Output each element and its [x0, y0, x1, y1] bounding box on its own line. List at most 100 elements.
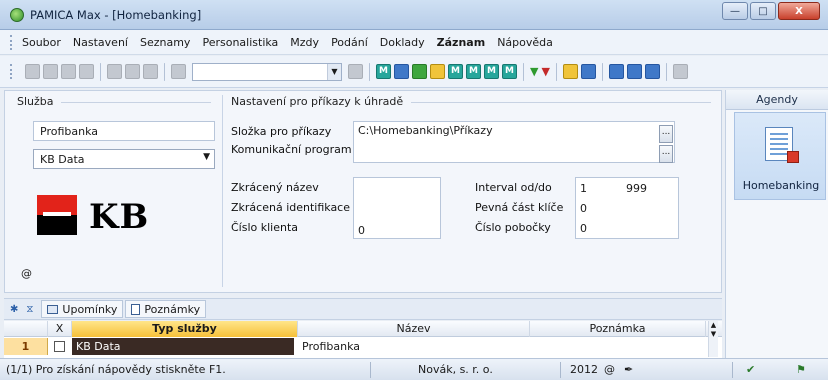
check-icon: ✔ — [746, 363, 756, 376]
identifikace-fields[interactable]: 0 — [353, 177, 441, 239]
m-icon[interactable]: M — [376, 64, 391, 79]
agendy-panel: Agendy Homebanking — [725, 90, 828, 358]
close-button[interactable]: X — [778, 2, 820, 20]
interval-label: Interval od/do — [475, 181, 552, 194]
bank-type-select[interactable]: KB Data ▼ — [33, 149, 215, 169]
menu-personalistika[interactable]: Personalistika — [202, 36, 278, 49]
smile-icon[interactable] — [430, 64, 445, 79]
menu-seznamy[interactable]: Seznamy — [140, 36, 190, 49]
cut-icon[interactable] — [43, 64, 58, 79]
table-row[interactable]: 1 KB Data Profibanka — [4, 338, 722, 355]
cislo-klienta-label: Číslo klienta — [231, 221, 299, 234]
menu-mzdy[interactable]: Mzdy — [290, 36, 319, 49]
save-as-icon[interactable] — [143, 64, 158, 79]
person-icon[interactable] — [412, 64, 427, 79]
tab-poznamky-label: Poznámky — [144, 302, 201, 316]
folder-icon[interactable] — [562, 64, 578, 79]
new-icon[interactable] — [107, 64, 122, 79]
grid-icon[interactable] — [580, 64, 596, 79]
kb-logo-text: KB — [89, 197, 150, 237]
flag-green-icon[interactable]: ▼ — [530, 65, 538, 78]
header-x[interactable]: X — [48, 321, 72, 337]
filter-icon[interactable] — [348, 64, 363, 79]
copy-icon[interactable] — [61, 64, 76, 79]
sluzba-title: Služba — [17, 95, 54, 108]
cislo-klienta-value: 0 — [358, 224, 365, 237]
interval-do-value[interactable]: 999 — [626, 182, 647, 195]
minimize-button[interactable]: — — [722, 2, 748, 20]
agenda-label: Homebanking — [742, 179, 820, 192]
menu-zaznam[interactable]: Záznam — [437, 36, 486, 49]
menu-bar: Soubor Nastavení Seznamy Personalistika … — [0, 30, 828, 55]
header-rownum — [4, 321, 48, 337]
row-checkbox[interactable] — [54, 341, 65, 352]
toolbar-separator — [369, 62, 370, 81]
paste-icon[interactable] — [171, 64, 186, 79]
toolbar-combo[interactable]: ▼ — [192, 62, 342, 81]
grid-header: X Typ služby Název Poznámka — [4, 321, 722, 337]
m-icon[interactable]: M — [466, 64, 481, 79]
m-icon[interactable]: M — [484, 64, 499, 79]
bank-name-field[interactable]: Profibanka — [33, 121, 215, 141]
asterisk-icon[interactable]: ✱ — [10, 304, 18, 315]
flag-red-icon[interactable]: ▼ — [541, 65, 549, 78]
row-number: 1 — [4, 338, 48, 355]
menu-soubor[interactable]: Soubor — [22, 36, 61, 49]
pevna-cast-label: Pevná část klíče — [475, 201, 564, 214]
group-divider — [61, 102, 211, 103]
zkracena-ident-label: Zkrácená identifikace — [231, 201, 351, 214]
status-company: Novák, s. r. o. — [418, 363, 493, 376]
maximize-button[interactable]: □ — [750, 2, 776, 20]
menu-podani[interactable]: Podání — [331, 36, 368, 49]
agenda-homebanking[interactable]: Homebanking — [734, 112, 826, 200]
badge-icon — [787, 151, 799, 163]
bank-type-value: KB Data — [40, 153, 85, 166]
status-bar: (1/1) Pro získání nápovědy stiskněte F1.… — [0, 358, 828, 380]
interval-fields[interactable]: 1 999 0 0 — [575, 177, 679, 239]
calc-icon[interactable] — [394, 64, 409, 79]
mail-icon[interactable]: M — [502, 64, 517, 79]
list-icon[interactable] — [608, 64, 624, 79]
row-nazev: Profibanka — [302, 340, 360, 353]
browse-program-button[interactable]: ... — [659, 145, 673, 163]
window-title: PAMICA Max - [Homebanking] — [30, 8, 202, 22]
slozka-label: Složka pro příkazy — [231, 125, 332, 138]
help-icon[interactable] — [672, 64, 688, 79]
menu-napoveda[interactable]: Nápověda — [497, 36, 553, 49]
list-icon[interactable] — [644, 64, 660, 79]
slozka-field[interactable]: C:\Homebanking\Příkazy — [353, 121, 675, 163]
m-icon[interactable]: M — [448, 64, 463, 79]
note-icon — [131, 303, 141, 315]
browse-slozka-button[interactable]: ... — [659, 125, 673, 143]
menu-doklady[interactable]: Doklady — [380, 36, 425, 49]
title-bar: PAMICA Max - [Homebanking] — □ X — [0, 0, 828, 30]
tree-icon[interactable] — [25, 64, 40, 79]
app-icon — [10, 8, 24, 22]
header-nazev[interactable]: Název — [298, 321, 530, 337]
toolbar-separator — [100, 62, 101, 81]
header-typ-sluzby[interactable]: Typ služby — [72, 321, 298, 337]
menu-grip[interactable] — [10, 34, 14, 50]
toolbar-separator — [601, 62, 603, 81]
filter-icon[interactable]: ⧖ — [26, 304, 33, 315]
cislo-pobocky-value[interactable]: 0 — [580, 222, 587, 235]
preview-icon[interactable] — [79, 64, 94, 79]
status-help: (1/1) Pro získání nápovědy stiskněte F1. — [6, 363, 226, 376]
menu-nastaveni[interactable]: Nastavení — [73, 36, 128, 49]
tab-upominky[interactable]: Upomínky — [41, 300, 124, 318]
grid-scrollbar[interactable]: ▲ ▼ — [708, 321, 718, 357]
list-icon[interactable] — [626, 64, 642, 79]
chevron-down-icon[interactable]: ▼ — [203, 152, 210, 162]
toolbar-separator — [164, 62, 165, 81]
chevron-down-icon[interactable]: ▼ — [327, 63, 341, 80]
toolbar: ▼ M M M M M ▼ ▼ — [0, 56, 828, 88]
interval-od-value[interactable]: 1 — [580, 182, 587, 195]
at-icon[interactable]: @ — [21, 267, 32, 280]
slozka-value: C:\Homebanking\Příkazy — [358, 124, 493, 137]
header-poznamka[interactable]: Poznámka — [530, 321, 706, 337]
tab-poznamky[interactable]: Poznámky — [125, 300, 207, 318]
nastaveni-group: Nastavení pro příkazy k úhradě Složka pr… — [231, 95, 717, 287]
save-icon[interactable] — [125, 64, 140, 79]
toolbar-grip[interactable] — [10, 64, 14, 79]
pevna-cast-value[interactable]: 0 — [580, 202, 587, 215]
